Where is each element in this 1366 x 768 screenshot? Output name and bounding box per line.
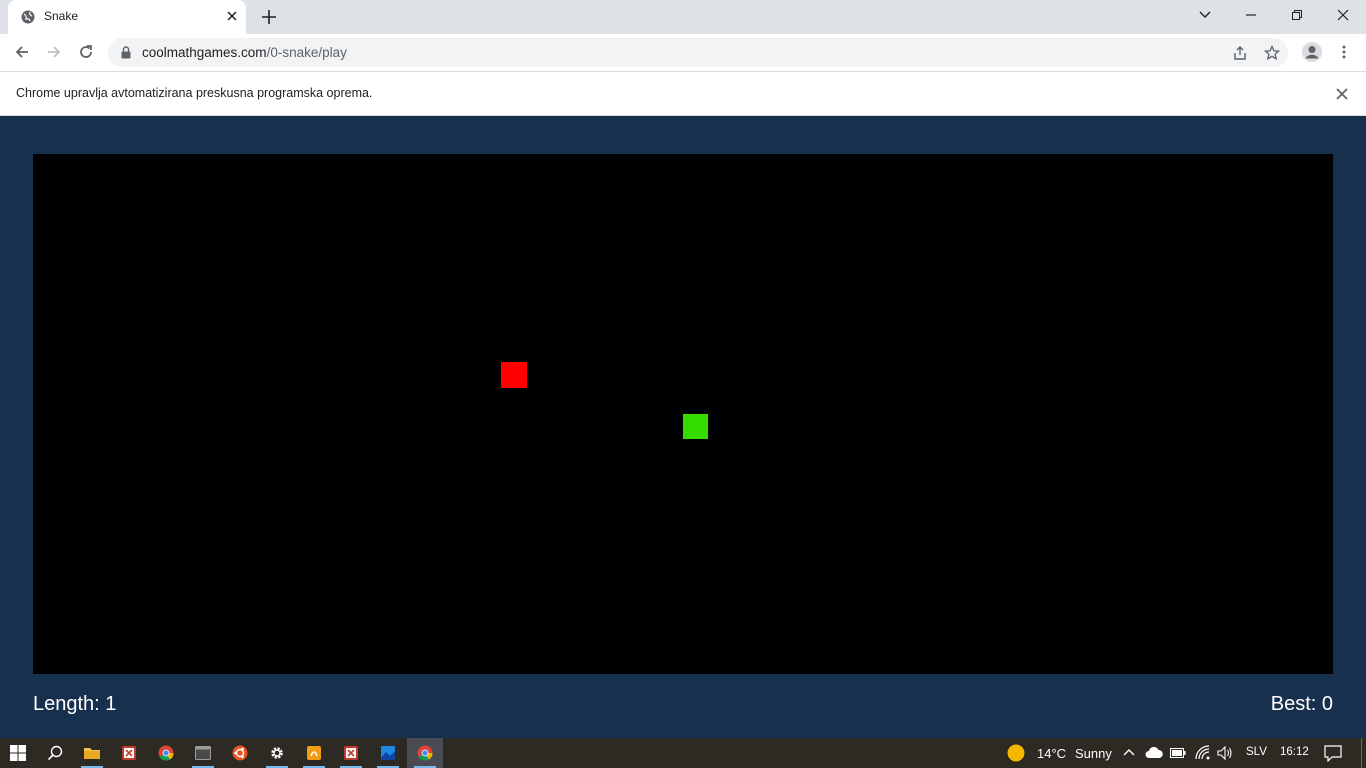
sun-icon[interactable]: [1007, 744, 1025, 762]
photos-button[interactable]: [370, 738, 406, 768]
infobar-message: Chrome upravlja avtomatizirana preskusna…: [16, 86, 373, 100]
globe-icon: [21, 10, 35, 24]
windows-taskbar: 14°C Sunny SLV 16:12: [0, 738, 1366, 768]
ubuntu-button[interactable]: [222, 738, 258, 768]
restore-icon: [1292, 10, 1302, 20]
reload-icon: [80, 45, 92, 58]
show-desktop-button[interactable]: [1361, 738, 1366, 768]
windows-logo-icon: [10, 745, 26, 761]
food: [501, 362, 527, 388]
address-bar[interactable]: coolmathgames.com/0-snake/play: [108, 38, 1288, 67]
tab-snake[interactable]: Snake: [8, 0, 246, 34]
volume-icon[interactable]: [1217, 746, 1233, 760]
profile-button[interactable]: [1300, 40, 1324, 64]
battery-icon[interactable]: [1170, 747, 1186, 759]
arrow-left-icon: [15, 46, 28, 58]
browser-toolbar: coolmathgames.com/0-snake/play: [0, 34, 1366, 72]
chevron-down-icon: [1199, 11, 1211, 18]
star-icon: [1264, 45, 1280, 61]
profile-avatar-icon: [1302, 42, 1322, 62]
url-domain: coolmathgames.com: [142, 45, 267, 60]
share-button[interactable]: [1230, 43, 1250, 63]
tab-search-button[interactable]: [1182, 0, 1228, 30]
chrome-active-icon: [417, 745, 433, 761]
ubuntu-icon: [232, 745, 248, 761]
close-icon: [1337, 9, 1349, 21]
cloud-icon[interactable]: [1145, 746, 1163, 759]
minimize-icon: [1246, 14, 1256, 16]
language-indicator[interactable]: SLV: [1246, 746, 1267, 758]
wifi-icon[interactable]: [1195, 745, 1211, 761]
reload-button[interactable]: [74, 40, 98, 64]
weather-desc[interactable]: Sunny: [1075, 746, 1112, 761]
snake-head: [683, 414, 708, 439]
close-window-button[interactable]: [1320, 0, 1366, 30]
game-area: Length: 1 Best: 0: [0, 116, 1366, 738]
start-button[interactable]: [0, 738, 36, 768]
taskbar-app-2[interactable]: [333, 738, 369, 768]
back-button[interactable]: [10, 40, 34, 64]
file-explorer-button[interactable]: [74, 738, 110, 768]
automation-infobar: Chrome upravlja avtomatizirana preskusna…: [0, 72, 1366, 116]
weather-temp[interactable]: 14°C: [1037, 746, 1066, 761]
close-tab-icon[interactable]: [224, 8, 240, 24]
chevron-up-icon[interactable]: [1123, 747, 1135, 759]
url-text[interactable]: coolmathgames.com/0-snake/play: [142, 45, 347, 60]
file-explorer-icon: [84, 748, 100, 759]
forward-button[interactable]: [42, 40, 66, 64]
new-tab-icon[interactable]: [260, 8, 278, 26]
terminal-button[interactable]: [185, 738, 221, 768]
search-icon: [47, 745, 63, 761]
taskbar-app[interactable]: [111, 738, 147, 768]
minimize-button[interactable]: [1228, 0, 1274, 30]
share-icon: [1234, 46, 1246, 60]
search-button[interactable]: [37, 738, 73, 768]
orange-app-button[interactable]: [296, 738, 332, 768]
length-counter: Length: 1: [33, 693, 117, 715]
terminal-icon: [195, 746, 211, 760]
app-icon-2: [344, 746, 358, 760]
clock[interactable]: 16:12: [1280, 746, 1309, 758]
close-icon[interactable]: [1334, 86, 1350, 102]
arrow-right-icon: [48, 46, 61, 58]
restore-button[interactable]: [1274, 0, 1320, 30]
bookmark-button[interactable]: [1262, 43, 1282, 63]
notification-icon[interactable]: [1324, 745, 1342, 762]
photos-icon: [381, 746, 395, 760]
menu-button[interactable]: [1332, 40, 1356, 64]
game-board[interactable]: [33, 154, 1333, 674]
chrome-active-button[interactable]: [407, 738, 443, 768]
lock-icon[interactable]: [121, 46, 131, 59]
tab-strip: Snake: [0, 0, 1366, 34]
tab-title: Snake: [44, 9, 79, 23]
kebab-menu-icon: [1342, 45, 1346, 59]
gear-icon: [271, 747, 283, 759]
app-orange-icon: [307, 746, 321, 760]
app-icon: [122, 746, 136, 760]
chrome-taskbar-button[interactable]: [148, 738, 184, 768]
settings-button[interactable]: [259, 738, 295, 768]
url-path: /0-snake/play: [266, 45, 347, 60]
best-score: Best: 0: [1270, 693, 1333, 715]
chrome-icon: [158, 745, 174, 761]
